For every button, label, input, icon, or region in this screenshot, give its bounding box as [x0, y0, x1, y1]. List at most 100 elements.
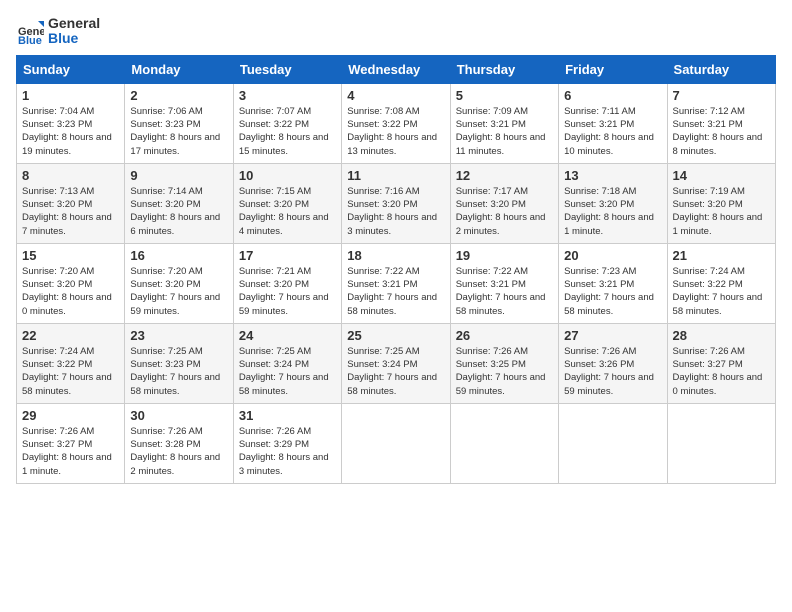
cell-text: Sunrise: 7:07 AM Sunset: 3:22 PM Dayligh…: [239, 106, 329, 157]
calendar-cell: 24 Sunrise: 7:25 AM Sunset: 3:24 PM Dayl…: [233, 323, 341, 403]
calendar-cell: 5 Sunrise: 7:09 AM Sunset: 3:21 PM Dayli…: [450, 83, 558, 163]
calendar-cell: 17 Sunrise: 7:21 AM Sunset: 3:20 PM Dayl…: [233, 243, 341, 323]
cell-text: Sunrise: 7:15 AM Sunset: 3:20 PM Dayligh…: [239, 186, 329, 237]
calendar-week-row: 1 Sunrise: 7:04 AM Sunset: 3:23 PM Dayli…: [17, 83, 776, 163]
calendar-cell: 28 Sunrise: 7:26 AM Sunset: 3:27 PM Dayl…: [667, 323, 775, 403]
day-number: 17: [239, 248, 336, 263]
day-number: 24: [239, 328, 336, 343]
cell-text: Sunrise: 7:06 AM Sunset: 3:23 PM Dayligh…: [130, 106, 220, 157]
day-number: 1: [22, 88, 119, 103]
calendar-cell: [450, 403, 558, 483]
cell-text: Sunrise: 7:25 AM Sunset: 3:24 PM Dayligh…: [239, 346, 329, 397]
calendar-cell: 3 Sunrise: 7:07 AM Sunset: 3:22 PM Dayli…: [233, 83, 341, 163]
cell-text: Sunrise: 7:26 AM Sunset: 3:27 PM Dayligh…: [673, 346, 763, 397]
calendar-cell: 27 Sunrise: 7:26 AM Sunset: 3:26 PM Dayl…: [559, 323, 667, 403]
day-number: 6: [564, 88, 661, 103]
day-number: 5: [456, 88, 553, 103]
column-header-tuesday: Tuesday: [233, 55, 341, 83]
calendar-cell: 29 Sunrise: 7:26 AM Sunset: 3:27 PM Dayl…: [17, 403, 125, 483]
calendar-table: SundayMondayTuesdayWednesdayThursdayFrid…: [16, 55, 776, 484]
calendar-cell: 18 Sunrise: 7:22 AM Sunset: 3:21 PM Dayl…: [342, 243, 450, 323]
calendar-cell: [667, 403, 775, 483]
page-header: General Blue General Blue: [16, 16, 776, 47]
calendar-cell: 30 Sunrise: 7:26 AM Sunset: 3:28 PM Dayl…: [125, 403, 233, 483]
calendar-week-row: 15 Sunrise: 7:20 AM Sunset: 3:20 PM Dayl…: [17, 243, 776, 323]
calendar-week-row: 8 Sunrise: 7:13 AM Sunset: 3:20 PM Dayli…: [17, 163, 776, 243]
day-number: 30: [130, 408, 227, 423]
day-number: 31: [239, 408, 336, 423]
calendar-cell: 6 Sunrise: 7:11 AM Sunset: 3:21 PM Dayli…: [559, 83, 667, 163]
column-header-monday: Monday: [125, 55, 233, 83]
day-number: 14: [673, 168, 770, 183]
day-number: 18: [347, 248, 444, 263]
cell-text: Sunrise: 7:26 AM Sunset: 3:28 PM Dayligh…: [130, 426, 220, 477]
day-number: 22: [22, 328, 119, 343]
cell-text: Sunrise: 7:26 AM Sunset: 3:25 PM Dayligh…: [456, 346, 546, 397]
column-header-wednesday: Wednesday: [342, 55, 450, 83]
cell-text: Sunrise: 7:21 AM Sunset: 3:20 PM Dayligh…: [239, 266, 329, 317]
day-number: 7: [673, 88, 770, 103]
cell-text: Sunrise: 7:24 AM Sunset: 3:22 PM Dayligh…: [22, 346, 112, 397]
day-number: 25: [347, 328, 444, 343]
calendar-cell: 4 Sunrise: 7:08 AM Sunset: 3:22 PM Dayli…: [342, 83, 450, 163]
day-number: 21: [673, 248, 770, 263]
column-header-saturday: Saturday: [667, 55, 775, 83]
day-number: 13: [564, 168, 661, 183]
cell-text: Sunrise: 7:26 AM Sunset: 3:26 PM Dayligh…: [564, 346, 654, 397]
cell-text: Sunrise: 7:22 AM Sunset: 3:21 PM Dayligh…: [347, 266, 437, 317]
calendar-header-row: SundayMondayTuesdayWednesdayThursdayFrid…: [17, 55, 776, 83]
day-number: 4: [347, 88, 444, 103]
cell-text: Sunrise: 7:14 AM Sunset: 3:20 PM Dayligh…: [130, 186, 220, 237]
cell-text: Sunrise: 7:26 AM Sunset: 3:29 PM Dayligh…: [239, 426, 329, 477]
cell-text: Sunrise: 7:13 AM Sunset: 3:20 PM Dayligh…: [22, 186, 112, 237]
day-number: 9: [130, 168, 227, 183]
day-number: 8: [22, 168, 119, 183]
calendar-cell: 1 Sunrise: 7:04 AM Sunset: 3:23 PM Dayli…: [17, 83, 125, 163]
column-header-friday: Friday: [559, 55, 667, 83]
svg-text:Blue: Blue: [18, 35, 42, 45]
logo-general-text: General: [48, 16, 100, 31]
column-header-sunday: Sunday: [17, 55, 125, 83]
calendar-cell: 12 Sunrise: 7:17 AM Sunset: 3:20 PM Dayl…: [450, 163, 558, 243]
cell-text: Sunrise: 7:20 AM Sunset: 3:20 PM Dayligh…: [130, 266, 220, 317]
cell-text: Sunrise: 7:25 AM Sunset: 3:23 PM Dayligh…: [130, 346, 220, 397]
cell-text: Sunrise: 7:19 AM Sunset: 3:20 PM Dayligh…: [673, 186, 763, 237]
calendar-cell: 7 Sunrise: 7:12 AM Sunset: 3:21 PM Dayli…: [667, 83, 775, 163]
column-header-thursday: Thursday: [450, 55, 558, 83]
cell-text: Sunrise: 7:26 AM Sunset: 3:27 PM Dayligh…: [22, 426, 112, 477]
calendar-cell: 31 Sunrise: 7:26 AM Sunset: 3:29 PM Dayl…: [233, 403, 341, 483]
cell-text: Sunrise: 7:17 AM Sunset: 3:20 PM Dayligh…: [456, 186, 546, 237]
day-number: 26: [456, 328, 553, 343]
calendar-cell: 25 Sunrise: 7:25 AM Sunset: 3:24 PM Dayl…: [342, 323, 450, 403]
cell-text: Sunrise: 7:22 AM Sunset: 3:21 PM Dayligh…: [456, 266, 546, 317]
calendar-cell: 15 Sunrise: 7:20 AM Sunset: 3:20 PM Dayl…: [17, 243, 125, 323]
cell-text: Sunrise: 7:24 AM Sunset: 3:22 PM Dayligh…: [673, 266, 763, 317]
day-number: 16: [130, 248, 227, 263]
calendar-cell: 8 Sunrise: 7:13 AM Sunset: 3:20 PM Dayli…: [17, 163, 125, 243]
day-number: 11: [347, 168, 444, 183]
calendar-week-row: 22 Sunrise: 7:24 AM Sunset: 3:22 PM Dayl…: [17, 323, 776, 403]
logo-icon: General Blue: [16, 17, 44, 45]
cell-text: Sunrise: 7:04 AM Sunset: 3:23 PM Dayligh…: [22, 106, 112, 157]
calendar-cell: 23 Sunrise: 7:25 AM Sunset: 3:23 PM Dayl…: [125, 323, 233, 403]
day-number: 20: [564, 248, 661, 263]
calendar-cell: 16 Sunrise: 7:20 AM Sunset: 3:20 PM Dayl…: [125, 243, 233, 323]
calendar-cell: 13 Sunrise: 7:18 AM Sunset: 3:20 PM Dayl…: [559, 163, 667, 243]
day-number: 19: [456, 248, 553, 263]
calendar-cell: 14 Sunrise: 7:19 AM Sunset: 3:20 PM Dayl…: [667, 163, 775, 243]
cell-text: Sunrise: 7:16 AM Sunset: 3:20 PM Dayligh…: [347, 186, 437, 237]
calendar-cell: 26 Sunrise: 7:26 AM Sunset: 3:25 PM Dayl…: [450, 323, 558, 403]
logo: General Blue General Blue: [16, 16, 100, 47]
cell-text: Sunrise: 7:11 AM Sunset: 3:21 PM Dayligh…: [564, 106, 654, 157]
calendar-week-row: 29 Sunrise: 7:26 AM Sunset: 3:27 PM Dayl…: [17, 403, 776, 483]
calendar-cell: 19 Sunrise: 7:22 AM Sunset: 3:21 PM Dayl…: [450, 243, 558, 323]
day-number: 23: [130, 328, 227, 343]
day-number: 3: [239, 88, 336, 103]
cell-text: Sunrise: 7:08 AM Sunset: 3:22 PM Dayligh…: [347, 106, 437, 157]
calendar-cell: 10 Sunrise: 7:15 AM Sunset: 3:20 PM Dayl…: [233, 163, 341, 243]
day-number: 27: [564, 328, 661, 343]
day-number: 15: [22, 248, 119, 263]
calendar-cell: 9 Sunrise: 7:14 AM Sunset: 3:20 PM Dayli…: [125, 163, 233, 243]
cell-text: Sunrise: 7:25 AM Sunset: 3:24 PM Dayligh…: [347, 346, 437, 397]
day-number: 2: [130, 88, 227, 103]
